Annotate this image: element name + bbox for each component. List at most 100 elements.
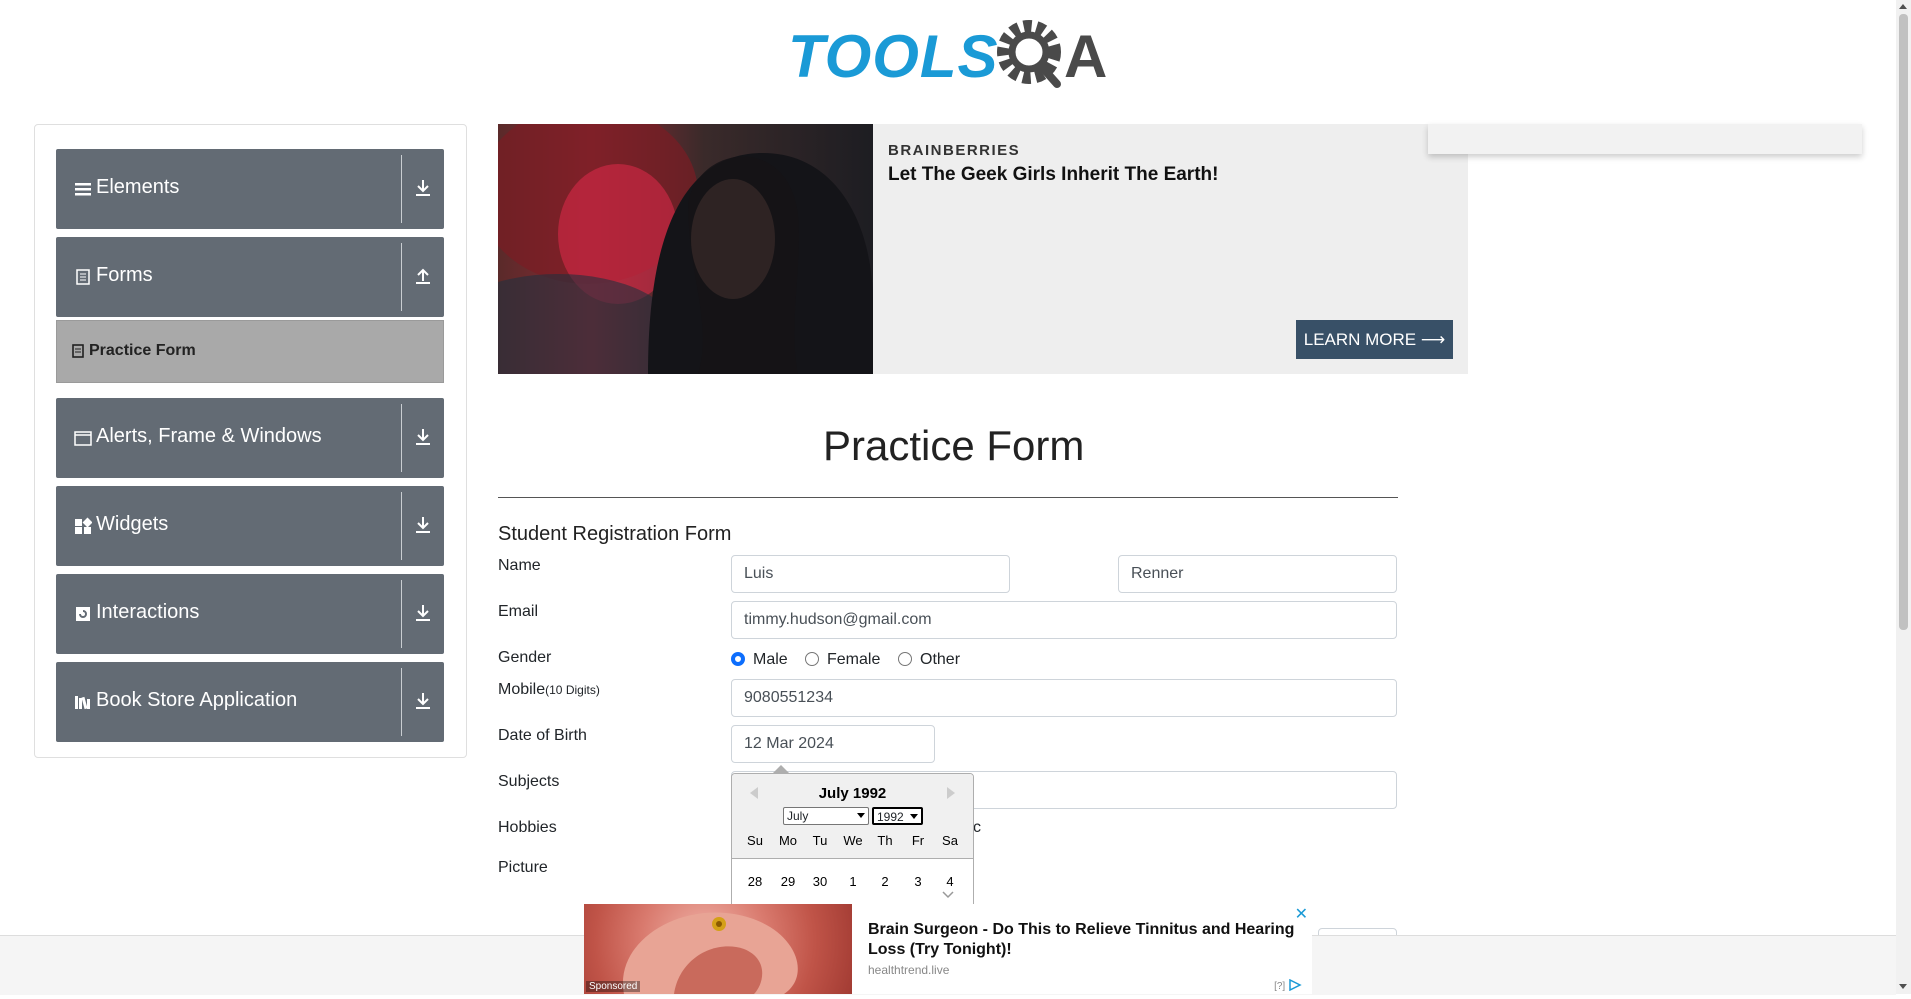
month-select[interactable]: July — [783, 807, 869, 825]
day-name: Su — [747, 833, 763, 848]
ad-photo — [498, 124, 873, 374]
picture-label: Picture — [498, 859, 548, 876]
logo-text: TOOLS — [788, 23, 999, 90]
scroll-down-icon[interactable] — [1899, 984, 1907, 989]
divider — [401, 404, 402, 472]
radio-label: Other — [920, 651, 961, 668]
logo-letter: A — [1064, 23, 1108, 90]
day-cell[interactable]: 3 — [902, 874, 934, 889]
ad-banner-bottom[interactable]: Sponsored Brain Surgeon - Do This to Rel… — [584, 904, 1312, 994]
download-arrow-icon — [416, 429, 430, 445]
day-name: Mo — [778, 833, 798, 848]
sidebar-group-forms[interactable]: Forms — [56, 237, 444, 317]
sidebar-group-label: Elements — [96, 176, 180, 198]
day-cell[interactable]: 1 — [837, 874, 869, 889]
year-select[interactable]: 1992 — [872, 807, 923, 825]
day-name: Th — [877, 833, 893, 848]
sidebar-group-elements[interactable]: Elements — [56, 149, 444, 229]
last-name-input[interactable]: Renner — [1118, 555, 1397, 593]
download-arrow-icon — [416, 517, 430, 533]
form-subtitle: Student Registration Form — [498, 523, 732, 545]
day-cell[interactable]: 2 — [869, 874, 901, 889]
ad-photo: Sponsored — [584, 904, 852, 994]
dob-label: Date of Birth — [498, 727, 587, 744]
ad-brand: BRAINBERRIES — [888, 142, 1021, 159]
download-arrow-icon — [416, 180, 430, 196]
sidebar-group-label: Book Store Application — [96, 689, 298, 711]
window-icon — [74, 431, 92, 446]
scrollbar-thumb[interactable] — [1899, 14, 1908, 630]
hobby-option-partial[interactable]: c — [973, 819, 981, 837]
upload-arrow-icon — [416, 268, 430, 284]
day-cell[interactable]: 4 — [934, 874, 966, 889]
day-name: We — [843, 833, 863, 848]
dob-input[interactable]: 12 Mar 2024 — [731, 725, 935, 763]
page-title: Practice Form — [823, 422, 1085, 469]
divider — [401, 492, 402, 560]
chevron-down-icon — [910, 814, 918, 819]
chevron-down-icon[interactable] — [941, 890, 955, 900]
interactions-icon — [76, 607, 90, 621]
divider — [498, 497, 1398, 498]
learn-more-button[interactable]: LEARN MORE ⟶ — [1296, 320, 1453, 359]
next-month-icon[interactable] — [947, 787, 955, 799]
day-cell[interactable]: 29 — [772, 874, 804, 889]
day-name: Tu — [812, 833, 828, 848]
datepicker-popup: July 1992 July 1992 Su Mo Tu We Th Fr Sa… — [731, 773, 974, 925]
divider — [401, 580, 402, 648]
divider — [401, 668, 402, 736]
day-name: Fr — [911, 833, 925, 848]
gender-label: Gender — [498, 649, 552, 666]
hobbies-label: Hobbies — [498, 819, 557, 836]
gear-magnifier-icon — [997, 20, 1061, 88]
sidebar-group-label: Interactions — [96, 601, 200, 623]
subjects-label: Subjects — [498, 773, 560, 790]
gender-radio-other[interactable]: Other — [898, 651, 960, 669]
day-cell[interactable]: 30 — [804, 874, 836, 889]
year-select-value: 1992 — [877, 810, 904, 824]
divider — [401, 243, 402, 311]
first-name-input[interactable]: Luis — [731, 555, 1010, 593]
datepicker-header: July 1992 July 1992 Su Mo Tu We Th Fr Sa — [732, 774, 973, 859]
sidebar-item-label: Practice Form — [89, 342, 196, 359]
email-label: Email — [498, 603, 539, 620]
mobile-input[interactable]: 9080551234 — [731, 679, 1397, 717]
form-icon — [72, 344, 84, 358]
day-name: Sa — [942, 833, 958, 848]
sidebar-item-practice-form[interactable]: Practice Form — [56, 320, 444, 383]
day-cell[interactable]: 28 — [739, 874, 771, 889]
gender-radio-female[interactable]: Female — [805, 651, 880, 669]
sidebar-group-interactions[interactable]: Interactions — [56, 574, 444, 654]
ad-strip — [1428, 124, 1862, 154]
sidebar-group-label: Forms — [96, 264, 153, 286]
mobile-label: Mobile(10 Digits) — [498, 681, 600, 699]
scroll-up-icon[interactable] — [1899, 4, 1907, 9]
download-arrow-icon — [416, 605, 430, 621]
mobile-label-text: Mobile — [498, 681, 546, 698]
divider — [401, 155, 402, 223]
sidebar-group-label: Widgets — [96, 513, 169, 535]
month-select-value: July — [787, 809, 809, 823]
books-icon — [75, 696, 90, 710]
ad-info-text: [?] — [1274, 981, 1286, 992]
radio-label: Female — [827, 651, 881, 668]
sidebar-group-widgets[interactable]: Widgets — [56, 486, 444, 566]
toolsqa-logo[interactable]: TOOLS A — [788, 14, 1113, 92]
sidebar-group-book-store[interactable]: Book Store Application — [56, 662, 444, 742]
ad-headline[interactable]: Let The Geek Girls Inherit The Earth! — [888, 164, 1218, 186]
sponsored-label: Sponsored — [586, 981, 641, 992]
ad-banner-top[interactable]: BRAINBERRIES Let The Geek Girls Inherit … — [498, 124, 1468, 374]
hamburger-icon — [75, 183, 91, 196]
ad-photo-illustration — [498, 124, 873, 374]
radio-indicator — [805, 652, 819, 666]
name-label: Name — [498, 557, 541, 574]
gender-radio-male[interactable]: Male — [731, 651, 788, 669]
sidebar-group-alerts[interactable]: Alerts, Frame & Windows — [56, 398, 444, 478]
mobile-hint: (10 Digits) — [545, 683, 600, 697]
email-input[interactable]: timmy.hudson@gmail.com — [731, 601, 1397, 639]
ad-title[interactable]: Brain Surgeon - Do This to Relieve Tinni… — [868, 920, 1298, 960]
download-arrow-icon — [416, 693, 430, 709]
radio-label: Male — [753, 651, 788, 668]
ad-info-icon[interactable]: [?] — [1274, 978, 1302, 992]
close-icon[interactable]: ✕ — [1295, 904, 1308, 924]
